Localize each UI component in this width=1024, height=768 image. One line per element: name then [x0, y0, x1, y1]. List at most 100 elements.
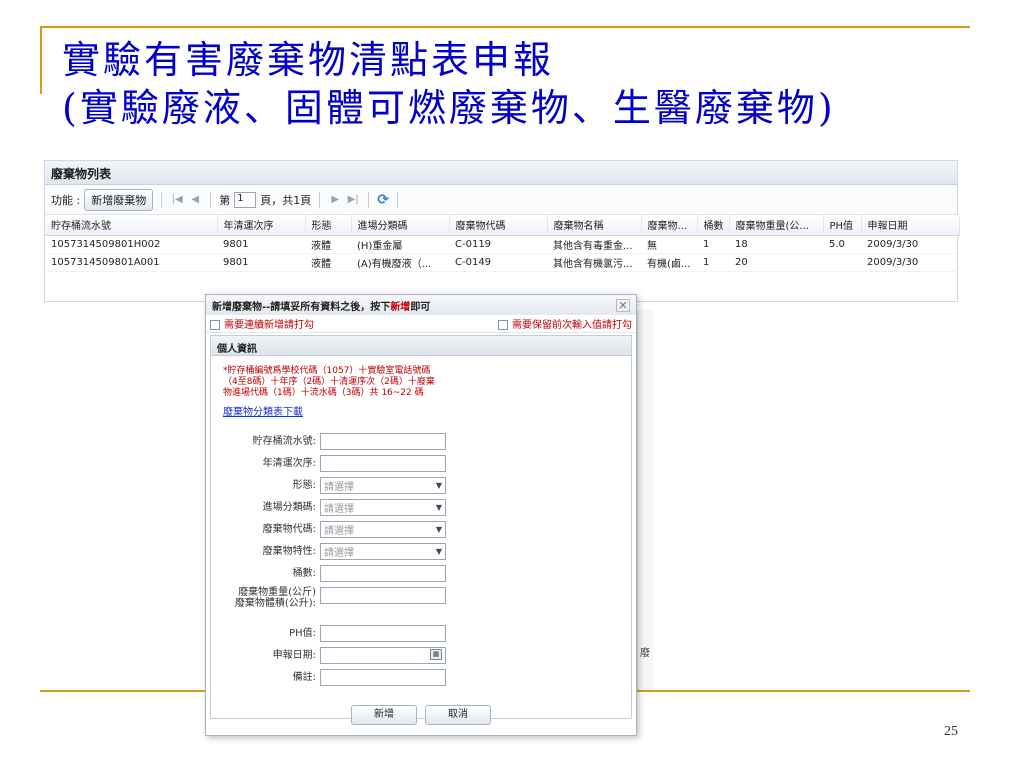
table-cell: 20	[729, 253, 823, 272]
table-cell: 9801	[217, 253, 305, 272]
toolbar-separator	[161, 191, 163, 208]
background-fragment-text: 廢	[640, 648, 650, 659]
table-cell: 液體	[305, 253, 351, 272]
remarks-input[interactable]	[320, 669, 446, 686]
table-cell: 9801	[217, 235, 305, 254]
ph-input[interactable]	[320, 625, 446, 642]
slide-title: 實驗有害廢棄物清點表申報 (實驗廢液、固體可燃廢棄物、生醫廢棄物)	[62, 36, 836, 132]
weight-label-line1: 廢棄物重量(公斤)	[238, 587, 316, 598]
report-date-label: 申報日期:	[272, 650, 316, 661]
prev-page-icon[interactable]: ◀	[188, 194, 202, 205]
entry-code-placeholder: 請選擇	[324, 504, 354, 515]
chevron-down-icon[interactable]: ▼	[436, 503, 442, 512]
background-grid-fragment: 廢	[637, 310, 653, 690]
keep-values-checkbox[interactable]	[498, 320, 508, 330]
dialog-header: 新增廢棄物--請填妥所有資料之後，按下新增即可 ✕	[206, 295, 636, 315]
close-icon[interactable]: ✕	[616, 298, 630, 312]
list-toolbar: 功能 : 新增廢棄物 |◀ ◀ 第 1 頁，共1頁 ▶ ▶| ⟳	[45, 185, 957, 215]
table-cell: 2009/3/30	[861, 253, 959, 272]
barrel-count-input[interactable]	[320, 565, 446, 582]
table-cell: 1	[697, 235, 729, 254]
table-cell: 1057314509801H002	[45, 235, 217, 254]
form-type-placeholder: 請選擇	[324, 482, 354, 493]
column-header[interactable]: PH值	[823, 215, 862, 236]
chevron-down-icon[interactable]: ▼	[436, 547, 442, 556]
waste-property-select[interactable]: 請選擇 ▼	[320, 543, 446, 560]
column-header[interactable]: 廢棄物代碼	[449, 215, 548, 236]
keep-values-label: 需要保留前次輸入值請打勾	[512, 320, 632, 331]
barrel-no-input[interactable]	[320, 433, 446, 450]
column-header[interactable]: 年清運次序	[217, 215, 306, 236]
function-label: 功能 :	[51, 193, 81, 207]
column-header[interactable]: 形態	[305, 215, 352, 236]
form-row-barrel-count: 桶數:	[216, 565, 456, 582]
dialog-title: 新增廢棄物--請填妥所有資料之後，按下新增即可	[212, 298, 430, 313]
form-type-select[interactable]: 請選擇 ▼	[320, 477, 446, 494]
continuous-add-label: 需要連續新增請打勾	[224, 320, 314, 331]
chevron-down-icon[interactable]: ▼	[436, 481, 442, 490]
cancel-button[interactable]: 取消	[425, 705, 491, 725]
form-row-yearly-order: 年清運次序:	[216, 455, 456, 472]
calendar-icon[interactable]: ▦	[430, 649, 442, 660]
yearly-order-input[interactable]	[320, 455, 446, 472]
checkbox-row: 需要連續新增請打勾 需要保留前次輸入值請打勾	[206, 315, 636, 333]
add-waste-dialog: 新增廢棄物--請填妥所有資料之後，按下新增即可 ✕ 需要連續新增請打勾 需要保留…	[205, 294, 637, 736]
dialog-title-prefix: 新增廢棄物--請填妥所有資料之後，按下	[212, 301, 391, 313]
weight-label: 廢棄物重量(公斤) 廢棄物體積(公升):	[216, 587, 320, 609]
column-header[interactable]: 廢棄物重量(公...	[729, 215, 824, 236]
continuous-add-option[interactable]: 需要連續新增請打勾	[210, 316, 314, 331]
barrel-count-label: 桶數:	[292, 568, 316, 579]
table-cell: 5.0	[823, 235, 861, 254]
waste-code-placeholder: 請選擇	[324, 526, 354, 537]
table-cell: 無	[641, 235, 697, 254]
toolbar-separator	[210, 191, 212, 208]
column-header[interactable]: 進場分類碼	[351, 215, 450, 236]
table-row[interactable]: 1057314509801A001 9801 液體 (A)有機廢液（... C-…	[45, 253, 959, 272]
chevron-down-icon[interactable]: ▼	[436, 525, 442, 534]
table-header-row: 貯存桶流水號 年清運次序 形態 進場分類碼 廢棄物代碼 廢棄物名稱 廢棄物...…	[45, 215, 960, 236]
yearly-order-label: 年清運次序:	[262, 458, 316, 469]
add-waste-button[interactable]: 新增廢棄物	[84, 188, 154, 211]
column-header[interactable]: 廢棄物...	[641, 215, 698, 236]
entry-code-select[interactable]: 請選擇 ▼	[320, 499, 446, 516]
classification-download-link[interactable]: 廢棄物分類表下載	[223, 403, 631, 418]
next-page-icon[interactable]: ▶	[328, 194, 342, 205]
dialog-title-highlight: 新增	[390, 301, 411, 313]
table-cell: 其他含有機氯污...	[547, 253, 641, 272]
keep-values-option[interactable]: 需要保留前次輸入值請打勾	[498, 316, 632, 331]
table-cell: (H)重金屬	[351, 235, 449, 254]
dialog-title-suffix: 即可	[410, 301, 431, 313]
form-row-entry-code: 進場分類碼: 請選擇 ▼	[216, 499, 456, 516]
page-number: 25	[944, 724, 958, 739]
table-cell: 其他含有毒重金...	[547, 235, 641, 254]
refresh-icon[interactable]: ⟳	[377, 192, 389, 208]
remarks-label: 備註:	[292, 672, 316, 683]
table-cell: 1	[697, 253, 729, 272]
column-header[interactable]: 廢棄物名稱	[547, 215, 642, 236]
page-number-input[interactable]: 1	[234, 191, 257, 208]
ph-label: PH值:	[289, 628, 316, 639]
last-page-icon[interactable]: ▶|	[346, 194, 360, 205]
first-page-icon[interactable]: |◀	[170, 194, 184, 205]
column-header[interactable]: 桶數	[697, 215, 730, 236]
form-row-report-date: 申報日期: ▦	[216, 647, 456, 664]
report-date-input[interactable]: ▦	[320, 647, 446, 664]
weight-input[interactable]	[320, 587, 446, 604]
weight-label-line2: 廢棄物體積(公升):	[234, 598, 316, 609]
table-cell	[823, 253, 861, 272]
page-prefix: 第	[219, 193, 231, 207]
column-header[interactable]: 貯存桶流水號	[45, 215, 218, 236]
form-row-weight: 廢棄物重量(公斤) 廢棄物體積(公升):	[216, 587, 456, 609]
submit-button[interactable]: 新增	[351, 705, 417, 725]
barrel-no-label: 貯存桶流水號:	[252, 436, 316, 447]
page-suffix: 頁，共1頁	[260, 193, 312, 207]
table-cell: 2009/3/30	[861, 235, 959, 254]
left-rule	[40, 26, 42, 94]
waste-property-placeholder: 請選擇	[324, 548, 354, 559]
waste-code-select[interactable]: 請選擇 ▼	[320, 521, 446, 538]
slide-title-line2: (實驗廢液、固體可燃廢棄物、生醫廢棄物)	[62, 86, 836, 130]
continuous-add-checkbox[interactable]	[210, 320, 220, 330]
list-title: 廢棄物列表	[45, 161, 957, 185]
table-row[interactable]: 1057314509801H002 9801 液體 (H)重金屬 C-0119 …	[45, 235, 959, 254]
column-header[interactable]: 申報日期	[861, 215, 960, 236]
